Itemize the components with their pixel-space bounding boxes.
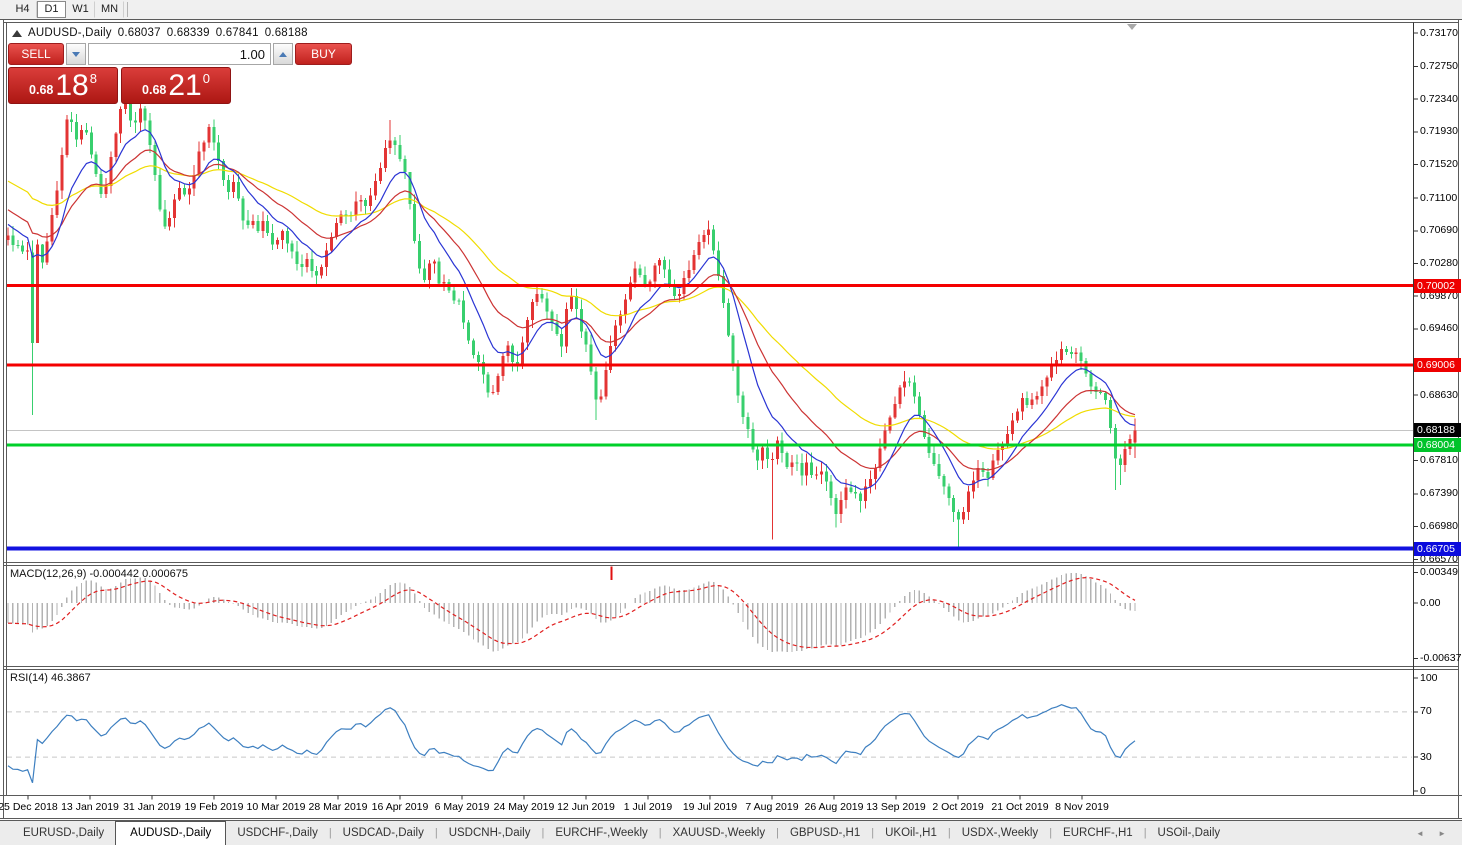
tab-audusd-daily[interactable]: AUDUSD-,Daily <box>115 821 227 845</box>
volume-decrease-button[interactable] <box>66 43 86 65</box>
tab-ukoil-h1[interactable]: UKOil-,H1 <box>874 822 948 844</box>
open-value: 0.68037 <box>117 27 161 39</box>
macd-axis-label: 0.00 <box>1420 596 1441 609</box>
price-axis-label: 0.71520 <box>1420 158 1458 171</box>
rsi-axis-label: 70 <box>1420 705 1432 718</box>
sell-button[interactable]: SELL <box>8 43 64 65</box>
volume-increase-button[interactable] <box>273 43 293 65</box>
triangle-down-icon <box>72 51 80 57</box>
rsi-axis-label: 0 <box>1420 784 1426 797</box>
tab-usdx-weekly[interactable]: USDX-,Weekly <box>951 822 1049 844</box>
macd-indicator-label: MACD(12,26,9) -0.000442 0.000675 <box>10 568 188 580</box>
tab-usoil-daily[interactable]: USOil-,Daily <box>1147 822 1232 844</box>
buy-button[interactable]: BUY <box>295 43 352 65</box>
high-value: 0.68339 <box>166 27 210 39</box>
price-axis-label: 0.73170 <box>1420 26 1458 39</box>
date-axis-label: 8 Nov 2019 <box>1055 801 1109 813</box>
price-axis-label: 0.69460 <box>1420 322 1458 335</box>
tab-eurchf-weekly[interactable]: EURCHF-,Weekly <box>544 822 658 844</box>
tab-usdcad-daily[interactable]: USDCAD-,Daily <box>332 822 435 844</box>
price-line-tag: 0.68004 <box>1414 437 1461 452</box>
price-axis-label: 0.71100 <box>1420 191 1458 204</box>
price-axis-label: 0.68630 <box>1420 388 1458 401</box>
close-value: 0.68188 <box>264 27 308 39</box>
price-axis-label: 0.67810 <box>1420 453 1458 466</box>
macd-axis-label: -0.00637 <box>1420 652 1462 665</box>
tab-gbpusd-h1[interactable]: GBPUSD-,H1 <box>779 822 871 844</box>
price-axis-label: 0.71930 <box>1420 125 1458 138</box>
volume-input[interactable] <box>88 43 271 65</box>
tab-usdchf-daily[interactable]: USDCHF-,Daily <box>226 822 329 844</box>
symbol-tabbar: EURUSD-,Daily AUDUSD-,Daily USDCHF-,Daily |… <box>0 820 1462 845</box>
tab-eurusd-daily[interactable]: EURUSD-,Daily <box>12 822 115 844</box>
macd-axis-label: 0.00349 <box>1420 566 1458 579</box>
symbol-period-label: AUDUSD-,Daily <box>28 27 112 39</box>
price-axis-label: 0.72750 <box>1420 59 1458 72</box>
tab-scroll-arrows[interactable]: ◄ ► <box>1416 829 1452 838</box>
price-axis-label: 0.72340 <box>1420 92 1458 105</box>
price-line-tag: 0.68188 <box>1414 423 1461 438</box>
price-axis-label: 0.66980 <box>1420 520 1458 533</box>
price-line-tag: 0.70002 <box>1414 278 1461 293</box>
tab-xauusd-weekly[interactable]: XAUUSD-,Weekly <box>662 822 776 844</box>
rsi-axis-label: 100 <box>1420 671 1438 684</box>
chart-canvas[interactable] <box>0 0 1462 845</box>
price-line-tag: 0.66705 <box>1414 541 1461 556</box>
tab-usdcnh-daily[interactable]: USDCNH-,Daily <box>438 822 542 844</box>
sell-price-display[interactable]: 0.68 18 8 <box>8 67 118 104</box>
triangle-up-icon <box>279 51 287 57</box>
rsi-indicator-label: RSI(14) 46.3867 <box>10 672 91 684</box>
low-value: 0.67841 <box>215 27 259 39</box>
collapse-triangle-icon <box>12 29 22 37</box>
one-click-trading-widget: SELL BUY 0.68 18 8 0.68 21 0 <box>8 43 352 104</box>
tab-eurchf-h1[interactable]: EURCHF-,H1 <box>1052 822 1144 844</box>
rsi-axis-label: 30 <box>1420 750 1432 763</box>
buy-price-pip: 0 <box>202 71 210 86</box>
price-line-tag: 0.69006 <box>1414 358 1461 373</box>
sell-price-big: 18 <box>55 69 89 102</box>
buy-price-display[interactable]: 0.68 21 0 <box>121 67 231 104</box>
buy-price-prefix: 0.68 <box>142 83 167 97</box>
buy-price-big: 21 <box>168 69 202 102</box>
price-axis-label: 0.70280 <box>1420 256 1458 269</box>
price-axis-label: 0.67390 <box>1420 487 1458 500</box>
chart-title: AUDUSD-,Daily 0.68037 0.68339 0.67841 0.… <box>12 27 308 39</box>
sell-price-pip: 8 <box>89 71 97 86</box>
price-axis-label: 0.70690 <box>1420 224 1458 237</box>
sell-price-prefix: 0.68 <box>29 83 54 97</box>
chart-shift-marker-icon[interactable] <box>1127 24 1137 30</box>
